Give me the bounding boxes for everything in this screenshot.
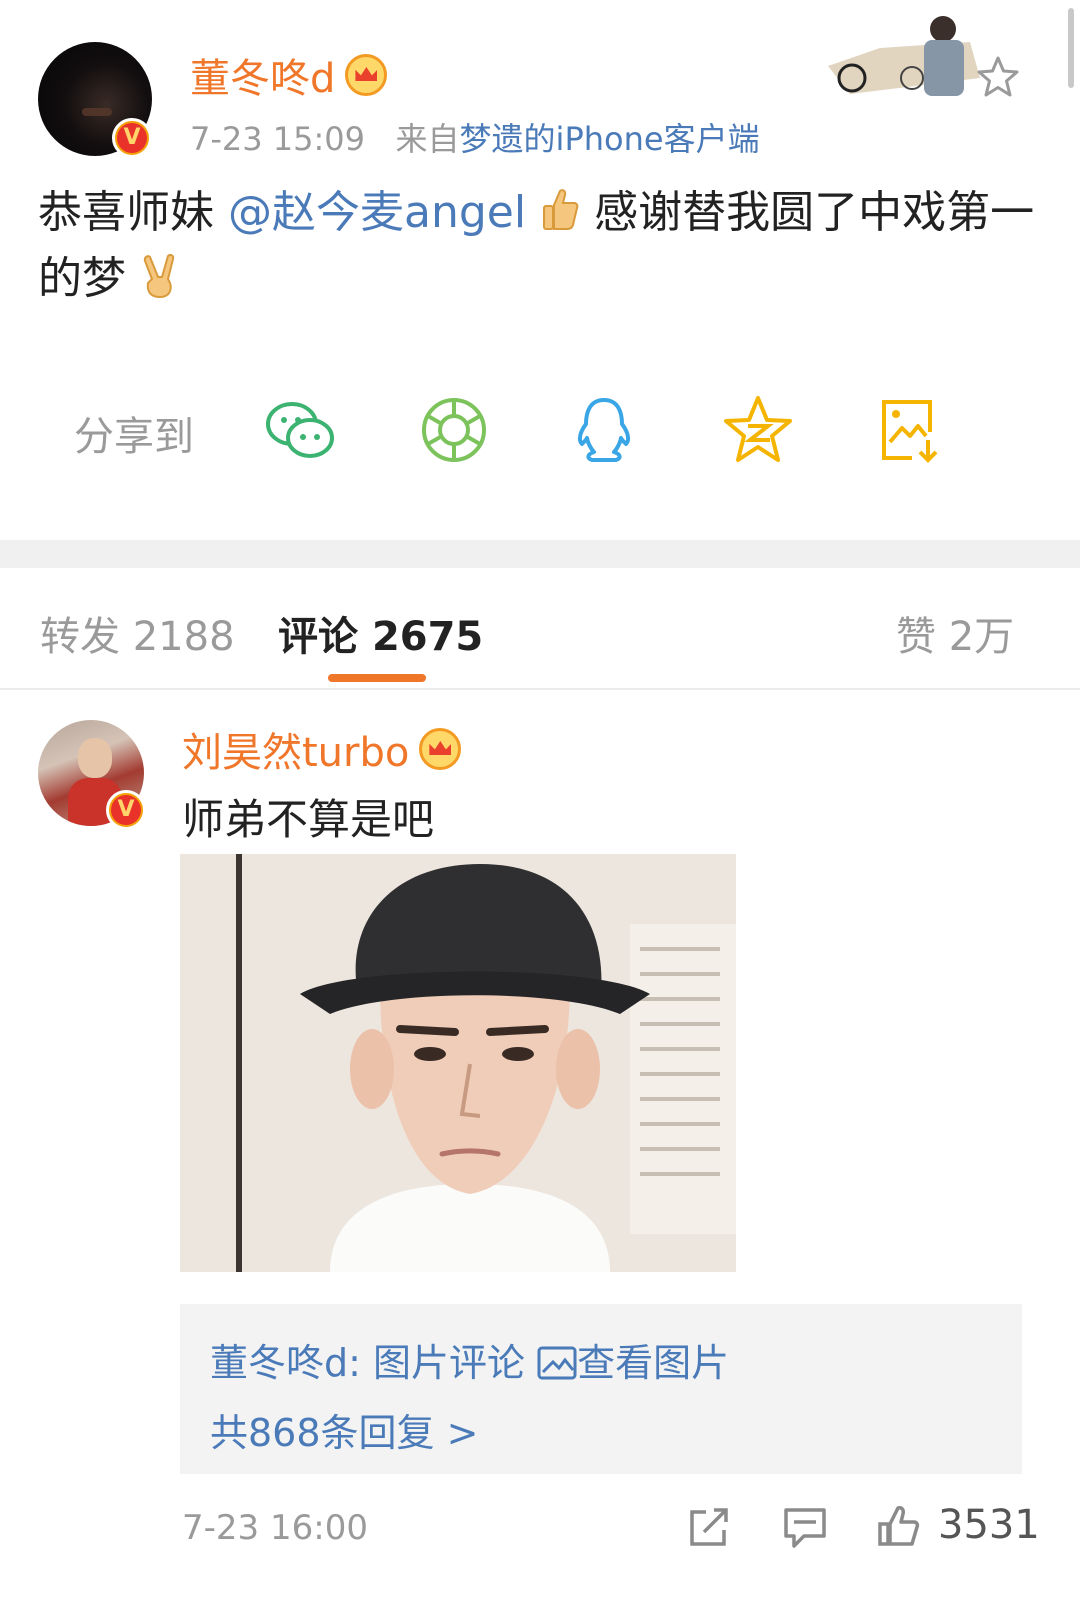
reply-author[interactable]: 董冬咚d: <box>210 1341 361 1385</box>
comment-item: V 刘昊然turbo 师弟不算是吧 董冬咚d: 图片评论 查看图片 共868条回… <box>0 690 1080 1602</box>
verified-badge: V <box>112 118 152 158</box>
like-icon[interactable] <box>876 1504 922 1550</box>
tab-repost-label: 转发 <box>40 614 120 660</box>
qzone-icon[interactable] <box>720 392 796 468</box>
wechat-icon[interactable] <box>262 392 338 468</box>
tab-likes[interactable]: 赞 2万 <box>896 604 1014 662</box>
victory-hand-emoji-icon <box>143 254 175 299</box>
share-icon[interactable] <box>686 1504 732 1550</box>
source-prefix: 来自 <box>395 120 460 158</box>
active-tab-indicator <box>328 674 426 682</box>
tab-likes-count: 2万 <box>948 614 1015 660</box>
comment-photo <box>180 854 736 1272</box>
tab-comments-count: 2675 <box>371 614 484 660</box>
view-all-replies-link[interactable]: 共868条回复 > <box>210 1402 478 1457</box>
save-image-icon[interactable] <box>872 392 948 468</box>
comment-text: 师弟不算是吧 <box>182 795 435 844</box>
reply-text: 图片评论 <box>373 1341 526 1385</box>
comment-like-count: 3531 <box>938 1502 1040 1548</box>
mention-link[interactable]: @赵今麦angel <box>228 187 526 238</box>
crown-icon <box>345 54 388 96</box>
source-client[interactable]: 梦遗的iPhone客户端 <box>460 120 760 158</box>
tab-comments-label: 评论 <box>278 614 358 660</box>
post-text-before: 恭喜师妹 <box>38 187 214 238</box>
comment-time: 7-23 16:00 <box>182 1508 368 1548</box>
post-text: 恭喜师妹 @赵今麦angel 感谢替我圆了中戏第一的梦 <box>38 180 1038 312</box>
weibo-post: V 董冬咚d 7-23 15:09 来自梦遗的iPhone客户端 恭喜师妹 @赵… <box>0 0 1080 550</box>
tab-likes-label: 赞 <box>896 614 936 660</box>
section-divider <box>0 540 1080 568</box>
image-icon <box>537 1346 577 1380</box>
commenter-verified-badge: V <box>106 790 146 830</box>
share-label: 分享到 <box>74 414 194 460</box>
tab-repost-count: 2188 <box>132 614 235 660</box>
reply-comment-icon[interactable] <box>782 1504 828 1550</box>
author-name-row[interactable]: 董冬咚d <box>190 46 388 104</box>
comment-footer: 7-23 16:00 3531 <box>0 1500 1080 1560</box>
view-image-link[interactable]: 查看图片 <box>577 1341 729 1385</box>
post-time: 7-23 15:09 <box>190 120 366 158</box>
commenter-name-row[interactable]: 刘昊然turbo <box>182 720 462 778</box>
share-bar: 分享到 <box>0 380 1080 480</box>
avatar-face <box>78 738 112 778</box>
tab-repost[interactable]: 转发 2188 <box>40 604 235 662</box>
favorite-star-icon[interactable] <box>975 54 1021 100</box>
qq-icon[interactable] <box>566 392 642 468</box>
reply-first-line: 董冬咚d: 图片评论 查看图片 <box>210 1332 729 1387</box>
post-tabs: 转发 2188 评论 2675 赞 2万 <box>0 568 1080 690</box>
post-meta: 7-23 15:09 来自梦遗的iPhone客户端 <box>190 114 760 160</box>
author-name[interactable]: 董冬咚d <box>190 46 335 104</box>
commenter-name[interactable]: 刘昊然turbo <box>182 720 409 778</box>
moments-icon[interactable] <box>416 392 492 468</box>
crown-icon <box>419 728 462 770</box>
tab-comments[interactable]: 评论 2675 <box>278 604 483 662</box>
reply-preview[interactable]: 董冬咚d: 图片评论 查看图片 共868条回复 > <box>180 1304 1022 1474</box>
thumbs-up-emoji-icon <box>543 189 579 230</box>
comment-image[interactable] <box>180 854 736 1272</box>
